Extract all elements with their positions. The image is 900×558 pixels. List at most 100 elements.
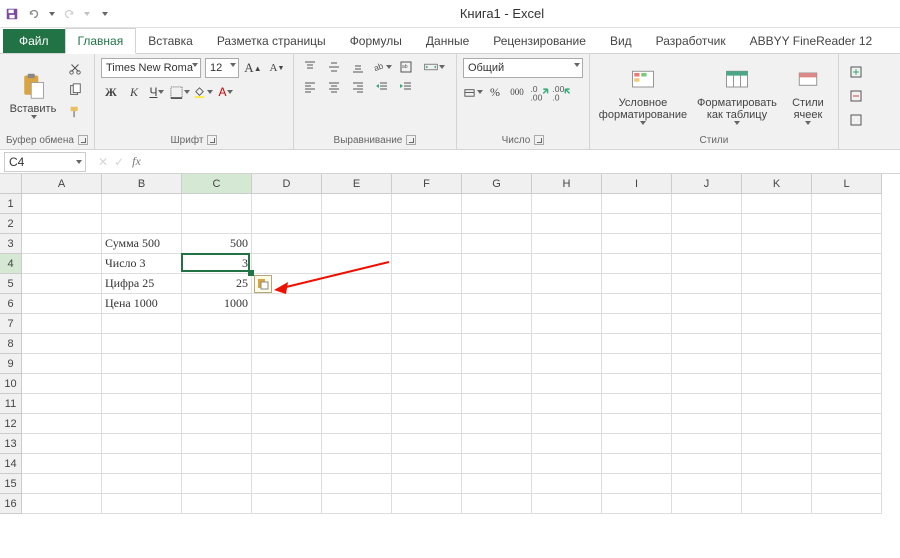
formula-input[interactable] (147, 152, 900, 172)
cell[interactable] (672, 414, 742, 434)
cell[interactable] (252, 194, 322, 214)
row-header[interactable]: 16 (0, 494, 22, 514)
cell[interactable] (462, 454, 532, 474)
cell[interactable] (532, 334, 602, 354)
cell[interactable] (102, 314, 182, 334)
tab-вид[interactable]: Вид (598, 29, 644, 53)
cell[interactable] (532, 414, 602, 434)
cell[interactable] (182, 454, 252, 474)
cell[interactable] (462, 214, 532, 234)
cell[interactable] (672, 234, 742, 254)
cell[interactable] (672, 314, 742, 334)
cell[interactable] (322, 234, 392, 254)
cell[interactable] (252, 414, 322, 434)
row-header[interactable]: 15 (0, 474, 22, 494)
cell[interactable] (182, 214, 252, 234)
cell[interactable] (102, 434, 182, 454)
cell[interactable] (672, 374, 742, 394)
cell[interactable] (602, 214, 672, 234)
cell[interactable] (462, 374, 532, 394)
column-header[interactable]: I (602, 174, 672, 194)
cell[interactable] (102, 214, 182, 234)
bold-button[interactable]: Ж (101, 82, 121, 102)
increase-font-icon[interactable]: A▲ (243, 58, 263, 78)
cell[interactable] (182, 354, 252, 374)
save-icon[interactable] (4, 6, 20, 22)
redo-icon[interactable] (61, 6, 77, 22)
column-header[interactable]: E (322, 174, 392, 194)
cell[interactable] (462, 274, 532, 294)
cell[interactable] (462, 254, 532, 274)
cell[interactable] (22, 494, 102, 514)
row-header[interactable]: 9 (0, 354, 22, 374)
cell[interactable] (672, 354, 742, 374)
tab-abbyy-finereader-12[interactable]: ABBYY FineReader 12 (738, 29, 885, 53)
cell[interactable] (322, 354, 392, 374)
cell[interactable] (102, 354, 182, 374)
cell[interactable] (22, 274, 102, 294)
cell[interactable] (812, 434, 882, 454)
italic-button[interactable]: К (124, 82, 144, 102)
cell[interactable] (392, 414, 462, 434)
cell[interactable] (182, 194, 252, 214)
cell[interactable] (462, 474, 532, 494)
cell[interactable] (742, 254, 812, 274)
cell[interactable] (322, 414, 392, 434)
cell[interactable] (812, 314, 882, 334)
cell[interactable] (672, 474, 742, 494)
cell[interactable] (742, 454, 812, 474)
cell[interactable] (602, 334, 672, 354)
cell[interactable] (812, 274, 882, 294)
tab-разработчик[interactable]: Разработчик (644, 29, 738, 53)
cell[interactable] (532, 234, 602, 254)
cell[interactable] (22, 234, 102, 254)
cell[interactable] (102, 394, 182, 414)
paste-options-icon[interactable] (254, 275, 272, 293)
cell[interactable] (742, 494, 812, 514)
cell[interactable] (812, 214, 882, 234)
cell[interactable] (812, 474, 882, 494)
cell[interactable] (392, 454, 462, 474)
cell[interactable] (532, 374, 602, 394)
align-right-icon[interactable] (348, 78, 368, 96)
column-header[interactable]: B (102, 174, 182, 194)
cell[interactable] (462, 234, 532, 254)
cell[interactable] (602, 374, 672, 394)
cell[interactable] (672, 194, 742, 214)
cell[interactable] (392, 334, 462, 354)
align-bottom-icon[interactable] (348, 58, 368, 76)
increase-indent-icon[interactable] (396, 78, 416, 96)
column-header[interactable]: J (672, 174, 742, 194)
tab-file[interactable]: Файл (3, 29, 65, 53)
row-header[interactable]: 4 (0, 254, 22, 274)
cell[interactable] (672, 254, 742, 274)
alignment-launcher-icon[interactable] (406, 135, 416, 145)
row-header[interactable]: 8 (0, 334, 22, 354)
cell[interactable] (252, 374, 322, 394)
cancel-formula-icon[interactable]: ✕ (98, 155, 108, 169)
cell[interactable] (102, 474, 182, 494)
cell[interactable] (22, 414, 102, 434)
cell[interactable] (462, 394, 532, 414)
cell[interactable]: 25 (182, 274, 252, 294)
cell[interactable] (812, 394, 882, 414)
cell[interactable] (812, 454, 882, 474)
cell[interactable] (392, 374, 462, 394)
cell[interactable] (252, 214, 322, 234)
cell[interactable] (672, 214, 742, 234)
cell[interactable] (672, 294, 742, 314)
cell[interactable]: Цифра 25 (102, 274, 182, 294)
tab-рецензирование[interactable]: Рецензирование (481, 29, 598, 53)
cell[interactable] (392, 314, 462, 334)
tab-данные[interactable]: Данные (414, 29, 481, 53)
cell[interactable] (252, 334, 322, 354)
clipboard-launcher-icon[interactable] (78, 135, 88, 145)
decrease-indent-icon[interactable] (372, 78, 392, 96)
cell[interactable] (252, 434, 322, 454)
cell[interactable] (742, 334, 812, 354)
row-header[interactable]: 5 (0, 274, 22, 294)
cell[interactable] (22, 434, 102, 454)
cell[interactable] (812, 294, 882, 314)
cell[interactable] (102, 454, 182, 474)
cell[interactable] (532, 434, 602, 454)
